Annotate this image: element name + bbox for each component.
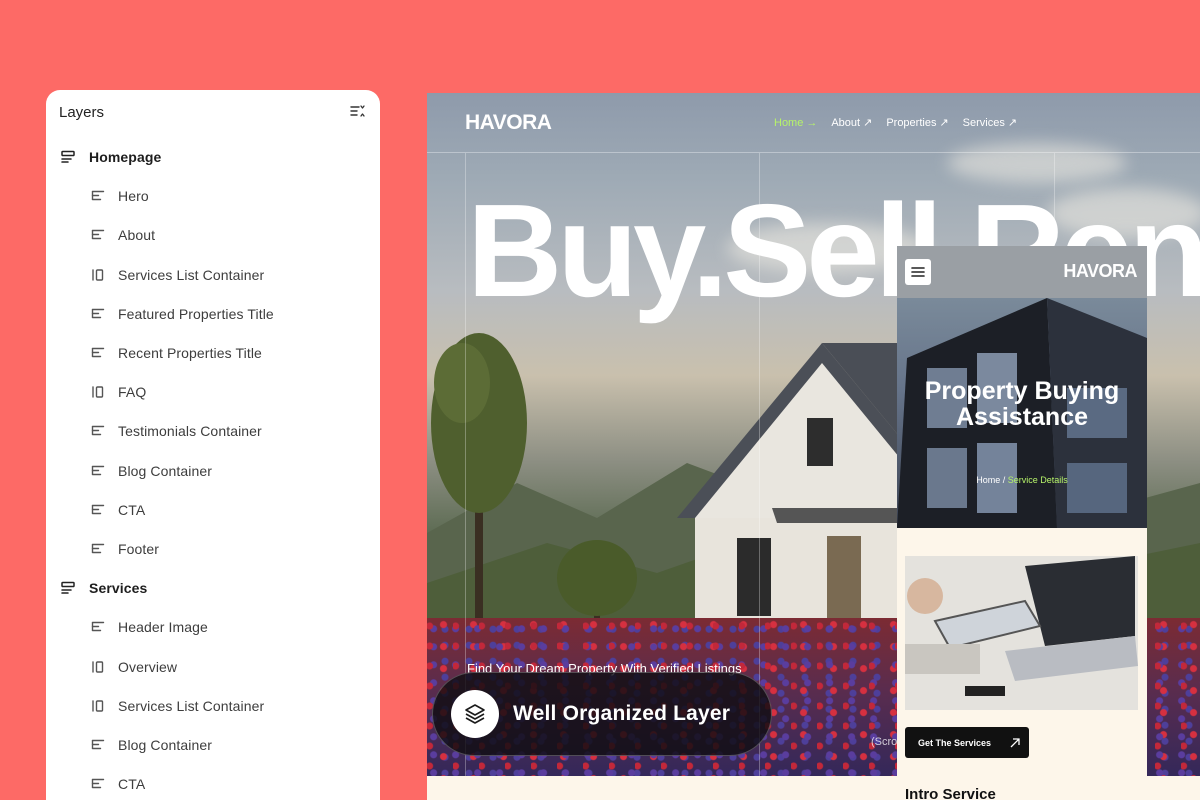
layer-item[interactable]: Header Image — [90, 612, 208, 642]
mobile-logo[interactable]: HAVORA — [1063, 261, 1137, 282]
nav-link-about[interactable]: About ↗ — [831, 116, 873, 130]
laptop-desk-illustration — [905, 556, 1138, 710]
mobile-hero-image: Property Buying Assistance — [897, 298, 1147, 528]
tree-illustration — [431, 333, 527, 633]
hamburger-icon — [911, 267, 925, 277]
scroll-hint: (Scro — [871, 736, 898, 748]
layer-group-services[interactable]: Services — [60, 573, 147, 603]
breadcrumb-home-link[interactable]: Home — [976, 475, 1000, 485]
nav-link-services[interactable]: Services ↗ — [962, 116, 1018, 130]
layer-item-label: About — [118, 227, 156, 244]
breadcrumb-current: Service Details — [1007, 475, 1068, 485]
layer-item[interactable]: Blog Container — [90, 456, 212, 486]
stack-icon — [90, 306, 106, 322]
layer-item-label: Featured Properties Title — [118, 305, 274, 322]
mobile-preview: Property Buying Assistance HAVORA Home /… — [897, 246, 1147, 800]
get-services-button[interactable]: Get The Services — [905, 727, 1029, 758]
mobile-header: HAVORA — [897, 246, 1147, 298]
stack-icon — [90, 737, 106, 753]
section-icon — [60, 149, 76, 165]
site-logo[interactable]: HAVORA — [465, 111, 552, 135]
layer-item[interactable]: About — [90, 220, 155, 250]
layer-item-label: Overview — [118, 658, 178, 675]
stack-icon — [90, 423, 106, 439]
layer-item-label: Header Image — [118, 619, 208, 636]
layer-item-label: Blog Container — [118, 737, 213, 753]
layer-item[interactable]: Overview — [90, 652, 177, 682]
site-navigation: Home → About ↗ Properties ↗ Services ↗ — [774, 116, 1018, 130]
stack-icon — [90, 619, 106, 635]
layer-item[interactable]: Hero — [90, 181, 149, 211]
layer-group-homepage[interactable]: Homepage — [60, 142, 161, 172]
layer-item-label: Hero — [118, 188, 149, 205]
nav-link-label: About — [831, 116, 861, 129]
stack-icon — [90, 776, 106, 792]
mobile-title-line: Property Buying — [924, 377, 1120, 405]
nav-link-label: Home — [774, 116, 804, 129]
layer-item-label: Testimonials Container — [118, 423, 262, 440]
intro-service-heading: Intro Service — [905, 786, 996, 800]
stack-icon — [90, 541, 106, 557]
layer-item[interactable]: Featured Properties Title — [90, 299, 274, 329]
layer-item[interactable]: CTA — [90, 769, 145, 799]
mobile-title-line: Assistance — [955, 403, 1089, 432]
mobile-page-title: Property Buying Assistance — [897, 378, 1147, 431]
layers-icon — [451, 690, 499, 738]
layer-item[interactable]: CTA — [90, 495, 145, 525]
columns-icon — [90, 384, 106, 400]
layer-item[interactable]: FAQ — [90, 377, 146, 407]
site-header: HAVORA Home → About ↗ Properties ↗ Services ↗ — [427, 93, 1200, 153]
nav-arrow-icon: ↗ — [863, 117, 873, 129]
nav-link-home[interactable]: Home → — [774, 116, 817, 129]
layer-item[interactable]: Services List Container — [90, 691, 264, 721]
layer-group-label: Services — [89, 580, 148, 597]
badge-text: Well Organized Layer — [513, 702, 731, 725]
stack-icon — [90, 345, 106, 361]
layers-panel: Layers Homepage Hero About Services List Co… — [46, 90, 380, 800]
nav-link-properties[interactable]: Properties ↗ — [886, 116, 949, 130]
layer-item[interactable]: Blog Container — [90, 730, 212, 760]
columns-icon — [90, 698, 106, 714]
layer-item-label: Footer — [118, 541, 160, 557]
get-services-label: Get The Services — [918, 737, 992, 748]
layer-group-label: Homepage — [89, 149, 162, 165]
layers-panel-header: Layers — [46, 90, 380, 134]
layer-item-label: CTA — [118, 501, 146, 518]
layer-item-label: CTA — [118, 776, 146, 793]
sort-options-icon[interactable] — [349, 103, 367, 121]
stack-icon — [90, 227, 106, 243]
hamburger-menu-button[interactable] — [905, 259, 931, 285]
layer-item-label: Blog Container — [118, 462, 213, 479]
layer-item-label: FAQ — [118, 384, 147, 401]
nav-arrow-icon: ↗ — [939, 117, 949, 129]
service-photo — [905, 556, 1138, 710]
mobile-breadcrumb: Home / Service Details — [897, 475, 1147, 485]
columns-icon — [90, 659, 106, 675]
layer-item-label: Recent Properties Title — [118, 345, 262, 361]
columns-icon — [90, 267, 106, 283]
layer-item-label: Services List Container — [118, 266, 265, 283]
layer-item[interactable]: Testimonials Container — [90, 416, 262, 446]
section-icon — [60, 580, 76, 596]
nav-arrow-icon: ↗ — [1007, 117, 1018, 129]
layer-item[interactable]: Recent Properties Title — [90, 338, 262, 368]
arrow-up-right-icon — [1010, 737, 1020, 747]
layer-item-label: Services List Container — [118, 697, 265, 714]
stack-icon — [90, 463, 106, 479]
stack-icon — [90, 188, 106, 204]
breadcrumb-separator: / — [1000, 475, 1008, 485]
layer-item[interactable]: Services List Container — [90, 260, 264, 290]
layers-panel-title: Layers — [59, 103, 105, 121]
nav-link-label: Properties — [886, 116, 937, 129]
nav-link-label: Services — [962, 116, 1005, 129]
feature-badge: Well Organized Layer — [432, 672, 772, 756]
layer-item[interactable]: Footer — [90, 534, 159, 564]
nav-arrow-icon: → — [806, 116, 818, 129]
stack-icon — [90, 502, 106, 518]
